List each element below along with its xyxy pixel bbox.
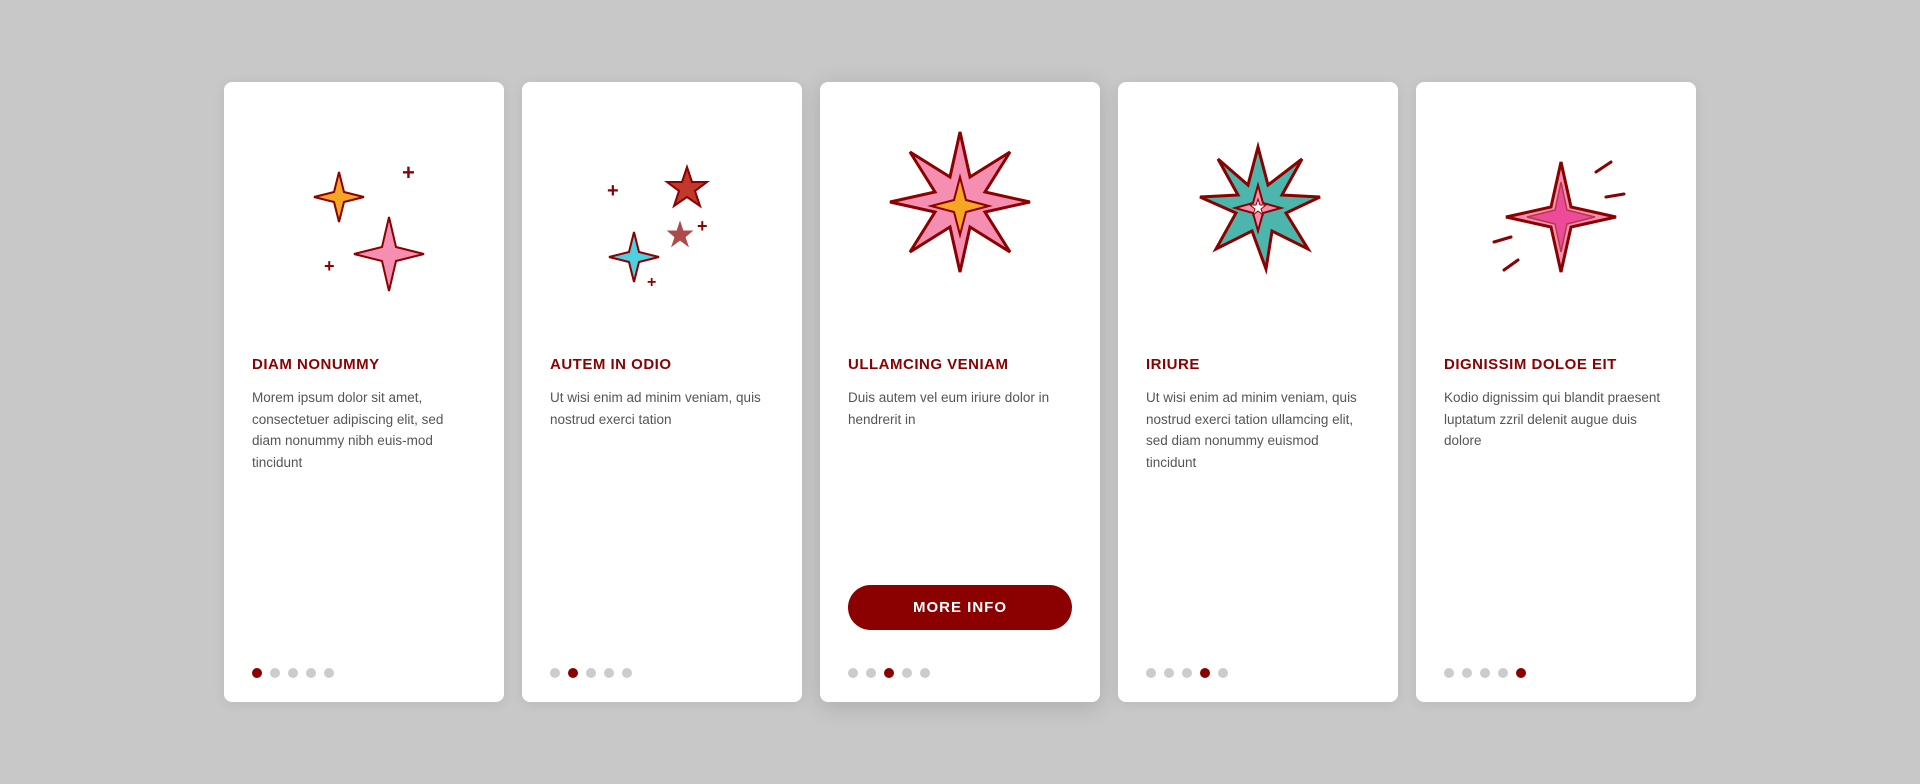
dot — [324, 668, 334, 678]
card-5: DIGNISSIM DOLOE EIT Kodio dignissim qui … — [1416, 82, 1696, 702]
card-3: ULLAMCING VENIAM Duis autem vel eum iriu… — [820, 82, 1100, 702]
svg-text:+: + — [697, 216, 708, 236]
card-4-body: Ut wisi enim ad minim veniam, quis nostr… — [1146, 387, 1370, 648]
card-4-title: IRIURE — [1146, 356, 1200, 373]
card-4-icon-area — [1146, 112, 1370, 332]
card-4: IRIURE Ut wisi enim ad minim veniam, qui… — [1118, 82, 1398, 702]
dot — [550, 668, 560, 678]
card-3-body: Duis autem vel eum iriure dolor in hendr… — [848, 387, 1072, 567]
card-2-title: AUTEM IN ODIO — [550, 356, 672, 373]
sparkle-pink-single-icon — [1476, 142, 1636, 302]
cards-container: + + DIAM NONUMMY Morem ipsum dolor sit a… — [164, 32, 1756, 752]
dot — [604, 668, 614, 678]
dot — [1462, 668, 1472, 678]
card-5-icon-area — [1444, 112, 1668, 332]
card-5-title: DIGNISSIM DOLOE EIT — [1444, 356, 1617, 373]
star-pink-large-icon — [870, 122, 1050, 322]
stars-scattered-icon: + + + — [582, 142, 742, 302]
card-2-body: Ut wisi enim ad minim veniam, quis nostr… — [550, 387, 774, 648]
dot-active — [252, 668, 262, 678]
card-2-icon-area: + + + — [550, 112, 774, 332]
svg-text:+: + — [647, 274, 656, 291]
more-info-button[interactable]: MORE INFO — [848, 585, 1072, 630]
card-1: + + DIAM NONUMMY Morem ipsum dolor sit a… — [224, 82, 504, 702]
dot — [622, 668, 632, 678]
dot-active — [1200, 668, 1210, 678]
dot — [270, 668, 280, 678]
dot — [288, 668, 298, 678]
dot — [848, 668, 858, 678]
dot — [586, 668, 596, 678]
card-1-icon-area: + + — [252, 112, 476, 332]
dot — [902, 668, 912, 678]
card-1-body: Morem ipsum dolor sit amet, consectetuer… — [252, 387, 476, 648]
card-2-dots — [550, 648, 632, 678]
svg-text:+: + — [402, 160, 415, 185]
svg-text:+: + — [607, 180, 619, 202]
svg-text:+: + — [324, 256, 335, 276]
card-2: + + + AUTEM IN ODIO Ut wisi enim ad mini… — [522, 82, 802, 702]
sparkles-orange-pink-icon: + + — [284, 142, 444, 302]
dot — [1218, 668, 1228, 678]
card-5-dots — [1444, 648, 1526, 678]
star-green-icon — [1178, 137, 1338, 307]
dot — [920, 668, 930, 678]
dot — [1164, 668, 1174, 678]
dot — [1498, 668, 1508, 678]
dot — [306, 668, 316, 678]
dot-active — [568, 668, 578, 678]
dot — [866, 668, 876, 678]
card-1-title: DIAM NONUMMY — [252, 356, 380, 373]
dot — [1480, 668, 1490, 678]
card-4-dots — [1146, 648, 1228, 678]
card-1-dots — [252, 648, 334, 678]
dot — [1444, 668, 1454, 678]
card-3-dots — [848, 648, 930, 678]
card-3-icon-area — [848, 112, 1072, 332]
card-5-body: Kodio dignissim qui blandit praesent lup… — [1444, 387, 1668, 648]
dot-active — [884, 668, 894, 678]
dot — [1146, 668, 1156, 678]
dot — [1182, 668, 1192, 678]
dot-active — [1516, 668, 1526, 678]
card-3-title: ULLAMCING VENIAM — [848, 356, 1009, 373]
